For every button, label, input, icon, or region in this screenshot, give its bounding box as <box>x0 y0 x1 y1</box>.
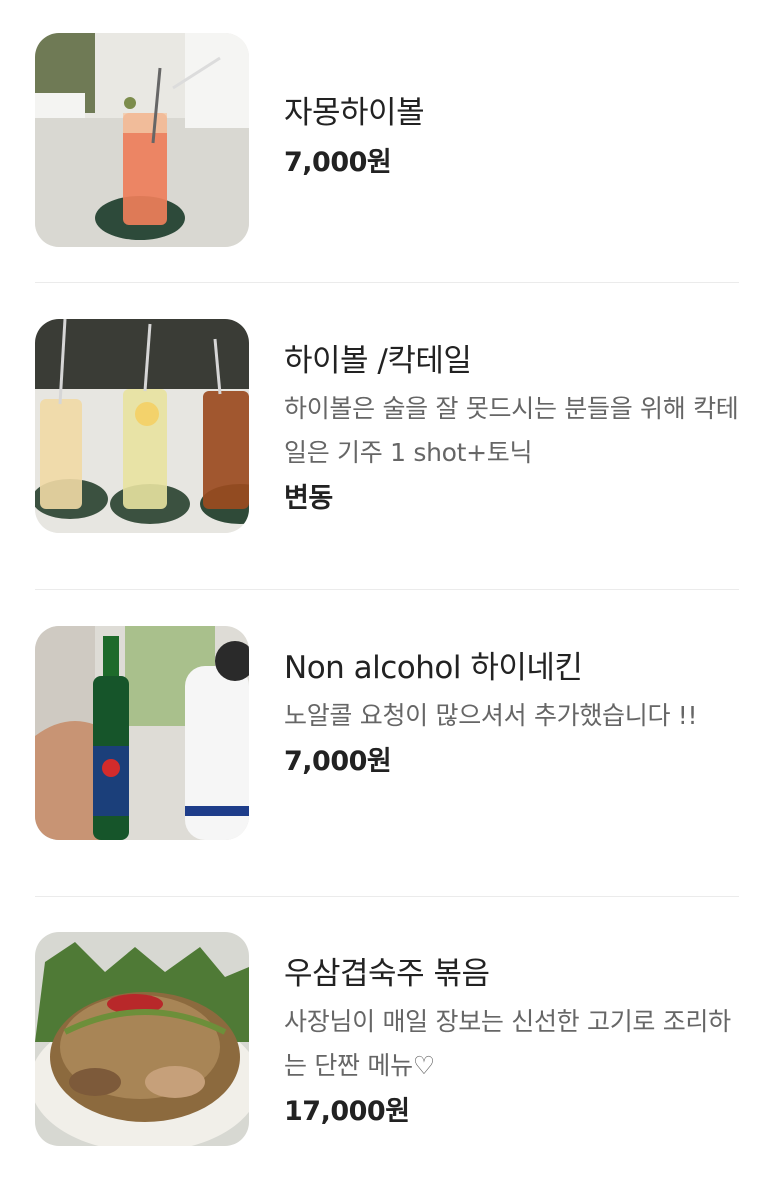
item-name: Non alcohol 하이네킨 <box>284 650 583 686</box>
beef-bean-sprout-stir-fry-photo <box>35 932 249 1146</box>
menu-item[interactable]: Non alcohol 하이네킨 노알콜 요청이 많으셔서 추가했습니다 !! … <box>35 626 739 840</box>
item-description: 하이볼은 술을 잘 못드시는 분들을 위해 칵테일은 기주 1 shot+토닉 <box>284 394 739 467</box>
grapefruit-highball-photo <box>35 33 249 247</box>
item-price: 7,000원 <box>284 147 392 178</box>
menu-item[interactable]: 하이볼 /칵테일 하이볼은 술을 잘 못드시는 분들을 위해 칵테일은 기주 1… <box>35 319 739 533</box>
beef-bean-sprout-stir-fry-image <box>35 932 249 1146</box>
item-price: 변동 <box>284 483 333 514</box>
grapefruit-highball-image <box>35 33 249 247</box>
menu-item[interactable]: 우삼겹숙주 볶음 사장님이 매일 장보는 신선한 고기로 조리하는 단짠 메뉴♡… <box>35 932 739 1146</box>
highball-cocktail-photo <box>35 319 249 533</box>
item-price: 17,000원 <box>284 1096 410 1127</box>
item-info: Non alcohol 하이네킨 노알콜 요청이 많으셔서 추가했습니다 !! … <box>284 626 739 780</box>
divider <box>35 896 739 897</box>
divider <box>35 282 739 283</box>
item-info: 자몽하이볼 7,000원 <box>284 33 739 181</box>
item-name: 하이볼 /칵테일 <box>284 343 472 379</box>
heineken-zero-image <box>35 626 249 840</box>
heineken-zero-photo <box>35 626 249 840</box>
item-name: 자몽하이볼 <box>284 95 425 131</box>
highball-cocktail-image <box>35 319 249 533</box>
menu-item[interactable]: 자몽하이볼 7,000원 <box>35 33 739 247</box>
item-info: 우삼겹숙주 볶음 사장님이 매일 장보는 신선한 고기로 조리하는 단짠 메뉴♡… <box>284 932 739 1130</box>
item-name: 우삼겹숙주 볶음 <box>284 956 490 992</box>
item-description: 노알콜 요청이 많으셔서 추가했습니다 !! <box>284 701 698 730</box>
item-info: 하이볼 /칵테일 하이볼은 술을 잘 못드시는 분들을 위해 칵테일은 기주 1… <box>284 319 739 517</box>
divider <box>35 589 739 590</box>
item-description: 사장님이 매일 장보는 신선한 고기로 조리하는 단짠 메뉴♡ <box>284 1007 731 1080</box>
item-price: 7,000원 <box>284 746 392 777</box>
